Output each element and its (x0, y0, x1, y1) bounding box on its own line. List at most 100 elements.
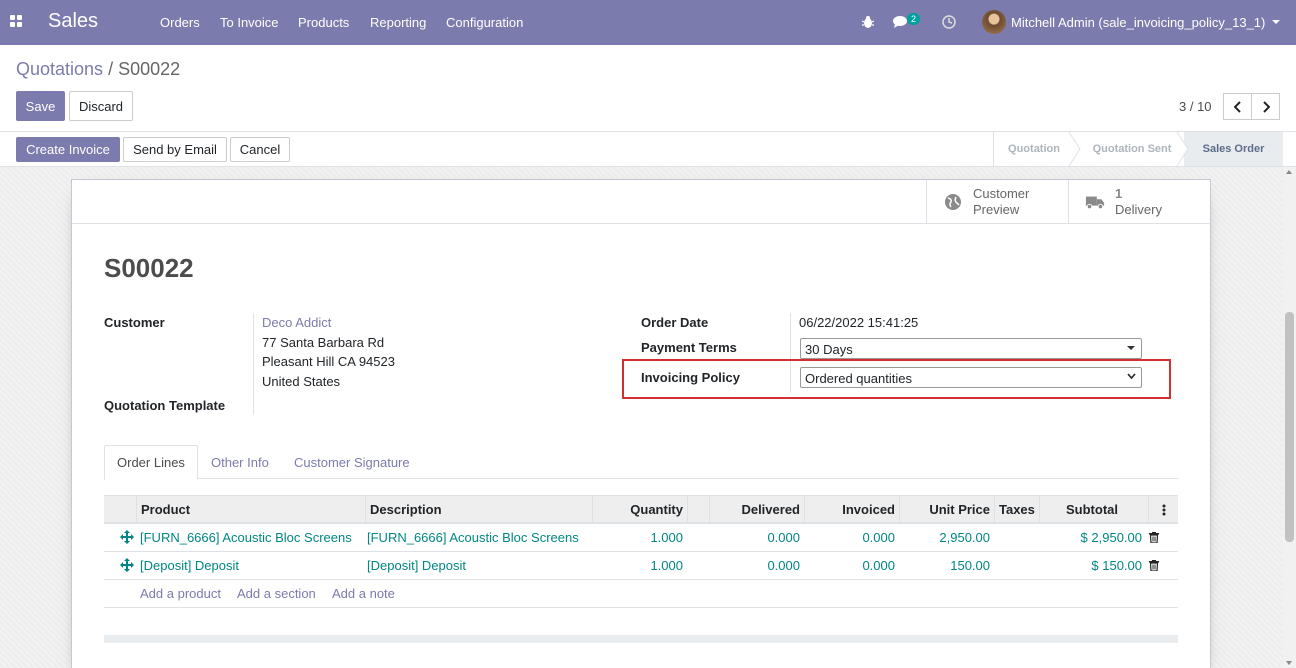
order-date-label: Order Date (641, 315, 709, 330)
breadcrumb-current: S00022 (118, 59, 181, 79)
description-cell[interactable]: [FURN_6666] Acoustic Bloc Screens (363, 524, 583, 551)
chat-count-badge: 2 (907, 13, 921, 25)
discard-button[interactable]: Discard (69, 91, 133, 121)
product-cell[interactable]: [Deposit] Deposit (136, 552, 243, 579)
delivered-cell[interactable]: 0.000 (709, 524, 804, 551)
invoicing-policy-value: Ordered quantities (805, 371, 912, 386)
add-line-row: Add a product Add a section Add a note (104, 580, 1178, 608)
drag-handle-icon[interactable] (120, 530, 134, 544)
cancel-button[interactable]: Cancel (230, 137, 290, 162)
status-bar: Create Invoice Send by Email Cancel Quot… (0, 132, 1296, 167)
quantity-cell[interactable]: 1.000 (592, 552, 687, 579)
payment-terms-label: Payment Terms (641, 340, 737, 355)
chevron-down-icon (1127, 373, 1136, 380)
customer-link[interactable]: Deco Addict (262, 315, 331, 330)
column-description[interactable]: Description (365, 496, 592, 523)
app-brand[interactable]: Sales (48, 10, 98, 33)
menu-products[interactable]: Products (298, 15, 349, 30)
user-caret-icon[interactable] (1272, 20, 1280, 24)
unit-price-cell[interactable]: 150.00 (899, 552, 994, 579)
send-by-email-button[interactable]: Send by Email (123, 137, 227, 162)
stage-quotation[interactable]: Quotation (994, 132, 1074, 166)
breadcrumb-separator: / (108, 59, 114, 79)
product-cell[interactable]: [FURN_6666] Acoustic Bloc Screens (136, 524, 356, 551)
trash-icon[interactable] (1149, 532, 1159, 543)
column-invoiced[interactable]: Invoiced (804, 496, 899, 523)
tab-other-info[interactable]: Other Info (199, 445, 281, 479)
table-row[interactable]: [FURN_6666] Acoustic Bloc Screens [FURN_… (104, 524, 1178, 552)
delivery-label: Delivery (1115, 201, 1162, 217)
chevron-left-icon (1233, 100, 1241, 113)
menu-configuration[interactable]: Configuration (446, 15, 523, 30)
invoiced-cell[interactable]: 0.000 (804, 552, 899, 579)
column-unit-price[interactable]: Unit Price (899, 496, 994, 523)
column-quantity[interactable]: Quantity (592, 496, 687, 523)
user-menu[interactable]: Mitchell Admin (sale_invoicing_policy_13… (1011, 15, 1265, 30)
truck-icon (1085, 196, 1105, 209)
taxes-cell[interactable] (994, 552, 1039, 579)
pager-value[interactable]: 3 / 10 (1179, 99, 1212, 114)
user-avatar[interactable] (982, 10, 1006, 34)
scroll-down-icon[interactable] (1286, 661, 1292, 665)
delivered-cell[interactable]: 0.000 (709, 552, 804, 579)
payment-terms-select[interactable]: 30 Days (800, 338, 1142, 359)
table-header: Product Description Quantity Delivered I… (104, 495, 1178, 524)
chevron-right-icon (1262, 100, 1270, 113)
save-button[interactable]: Save (16, 91, 65, 121)
delivery-button[interactable]: 1 Delivery (1068, 180, 1210, 223)
table-row[interactable]: [Deposit] Deposit [Deposit] Deposit 1.00… (104, 552, 1178, 580)
address-city: Pleasant Hill CA 94523 (262, 354, 395, 369)
menu-orders[interactable]: Orders (160, 15, 200, 30)
scrollbar-thumb[interactable] (1285, 312, 1294, 542)
stage-quotation-sent[interactable]: Quotation Sent (1080, 132, 1184, 166)
table-footer (104, 635, 1178, 643)
vertical-scrollbar[interactable] (1283, 167, 1296, 668)
menu-to-invoice[interactable]: To Invoice (220, 15, 279, 30)
create-invoice-button[interactable]: Create Invoice (16, 137, 120, 162)
apps-menu-icon[interactable] (10, 15, 24, 29)
stage-arrow (1176, 132, 1189, 166)
trash-icon[interactable] (1149, 560, 1159, 571)
smart-button-box: Customer Preview 1 Delivery (72, 180, 1210, 224)
subtotal-cell: $ 2,950.00 (1080, 530, 1142, 545)
customer-preview-button[interactable]: Customer Preview (926, 180, 1068, 223)
address-street: 77 Santa Barbara Rd (262, 335, 385, 350)
column-product[interactable]: Product (136, 496, 365, 523)
order-date-value[interactable]: 06/22/2022 15:41:25 (799, 315, 918, 330)
order-title: S00022 (104, 253, 194, 283)
stage-sales-order[interactable]: Sales Order (1184, 132, 1283, 166)
payment-terms-value: 30 Days (805, 342, 853, 357)
notebook-tabs: Order Lines Other Info Customer Signatur… (104, 445, 1178, 480)
quantity-cell[interactable]: 1.000 (592, 524, 687, 551)
unit-price-cell[interactable]: 2,950.00 (899, 524, 994, 551)
scroll-up-icon[interactable] (1286, 170, 1292, 174)
quotation-template-label: Quotation Template (104, 398, 226, 413)
menu-reporting[interactable]: Reporting (370, 15, 426, 30)
tab-order-lines[interactable]: Order Lines (104, 445, 198, 480)
column-delivered[interactable]: Delivered (709, 496, 804, 523)
clock-icon[interactable] (942, 15, 956, 29)
add-section-link[interactable]: Add a section (237, 580, 316, 607)
add-note-link[interactable]: Add a note (332, 580, 395, 607)
delivery-count: 1 (1115, 185, 1123, 201)
add-product-link[interactable]: Add a product (140, 580, 221, 607)
optional-columns-toggle[interactable] (1148, 496, 1178, 523)
tab-customer-signature[interactable]: Customer Signature (282, 445, 422, 479)
invoiced-cell[interactable]: 0.000 (804, 524, 899, 551)
invoicing-policy-select[interactable]: Ordered quantities (800, 367, 1142, 388)
pager-previous-button[interactable] (1223, 93, 1252, 120)
dropdown-caret-icon (1127, 346, 1135, 350)
description-cell[interactable]: [Deposit] Deposit (363, 552, 470, 579)
customer-preview-line2: Preview (973, 201, 1020, 217)
customer-label: Customer (104, 315, 165, 330)
column-subtotal[interactable]: Subtotal (1039, 496, 1134, 523)
breadcrumb-quotations[interactable]: Quotations (16, 59, 103, 79)
bug-icon[interactable] (862, 15, 874, 29)
column-spacer (687, 496, 709, 523)
pager-next-button[interactable] (1251, 93, 1280, 120)
taxes-cell[interactable] (994, 524, 1039, 551)
form-sheet: Customer Preview 1 Delivery S00022 Custome… (71, 179, 1211, 668)
column-taxes[interactable]: Taxes (994, 496, 1039, 523)
drag-handle-icon[interactable] (120, 558, 134, 572)
customer-preview-line1: Customer (973, 185, 1030, 201)
